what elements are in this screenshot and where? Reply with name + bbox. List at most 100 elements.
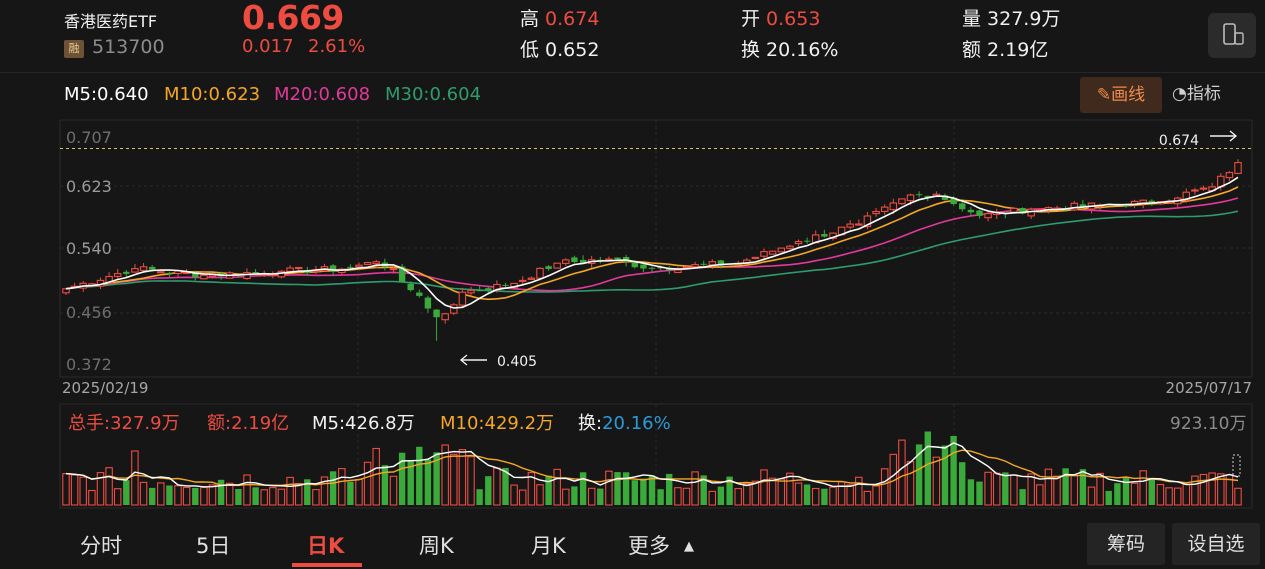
volume-max: 923.10万	[1170, 414, 1247, 434]
volume-bar	[992, 472, 1001, 506]
tab-daily-k[interactable]: 日K	[307, 530, 344, 560]
volume-bar	[708, 490, 717, 506]
volume-bar	[571, 486, 578, 505]
y-tick-4: 0.372	[66, 355, 112, 374]
volume-bar	[1053, 475, 1061, 506]
volume-bar	[277, 488, 286, 506]
tab-more[interactable]: 更多 ▲	[628, 530, 694, 560]
volume-bar	[777, 478, 786, 506]
candle	[458, 287, 467, 307]
add-watchlist-button[interactable]: 设自选	[1172, 523, 1260, 565]
volume-bar	[260, 489, 268, 506]
candle	[571, 255, 578, 264]
candle	[252, 269, 259, 273]
chips-button[interactable]: 筹码	[1087, 523, 1165, 565]
candle	[157, 271, 165, 274]
volume-bar	[846, 484, 854, 506]
low-arrow-icon	[459, 354, 487, 366]
volume-bar	[62, 473, 70, 506]
candle	[1182, 188, 1191, 203]
volume-bar	[200, 486, 208, 506]
volume-bar	[863, 490, 872, 506]
candle	[562, 258, 570, 266]
volume-bar	[1148, 477, 1155, 505]
candle	[691, 261, 699, 268]
volume-bar	[1105, 490, 1112, 505]
volume-bar	[811, 487, 820, 506]
volume-bar	[149, 487, 156, 505]
volume-bar	[338, 468, 346, 506]
volume-bar	[674, 487, 682, 506]
volume-bar	[622, 472, 630, 505]
volume-bar	[959, 462, 966, 505]
volume-bar	[123, 480, 130, 505]
candle	[338, 267, 346, 275]
volume-bar	[182, 486, 191, 506]
volume-bar	[347, 481, 354, 505]
candle	[527, 276, 536, 280]
candle	[131, 264, 139, 273]
volume-bar	[363, 461, 372, 506]
volume-bar	[837, 481, 846, 506]
y-tick-3: 0.456	[66, 303, 112, 322]
low-marker-label: 0.405	[497, 354, 537, 370]
volume-bar	[1079, 469, 1087, 505]
volume-bar	[355, 478, 363, 506]
price-grid	[59, 119, 1253, 509]
volume-bar	[174, 485, 182, 506]
candle	[277, 269, 286, 279]
volume-bar	[372, 447, 380, 506]
volume-bar	[416, 446, 423, 505]
candle	[450, 302, 458, 316]
volume-bar	[640, 478, 647, 505]
volume-bar	[794, 482, 803, 506]
volume-total: 总手:327.9万	[68, 413, 180, 434]
volume-bar	[579, 472, 587, 505]
volume-bar	[1044, 468, 1053, 506]
volume-bar	[536, 484, 544, 506]
ma20-line	[65, 197, 1239, 292]
volume-bar	[467, 456, 475, 506]
volume-bar	[1191, 475, 1199, 506]
candle	[967, 206, 975, 216]
y-tick-2: 0.540	[66, 239, 112, 258]
candle	[363, 261, 372, 265]
candle	[553, 262, 561, 269]
candle	[579, 255, 587, 263]
volume-bar	[312, 489, 320, 506]
tab-more-label: 更多	[628, 534, 670, 558]
volume-bar	[648, 475, 656, 505]
tab-weekly-k[interactable]: 周K	[419, 530, 454, 560]
tab-monthly-k[interactable]: 月K	[531, 530, 566, 560]
ma5-line	[65, 176, 1239, 309]
volume-bar	[734, 488, 742, 506]
volume-bar	[803, 484, 811, 505]
caret-up-icon: ▲	[684, 539, 694, 554]
volume-bar	[166, 485, 173, 505]
tab-5day[interactable]: 5日	[196, 530, 230, 560]
volume-bar	[450, 453, 458, 506]
candle	[976, 209, 983, 219]
volume-bar	[562, 488, 570, 506]
volume-bar	[1114, 483, 1121, 505]
candle	[1027, 207, 1035, 220]
volume-bar	[79, 476, 87, 506]
volume-bar	[614, 472, 621, 505]
volume-bar	[821, 488, 828, 505]
candle	[1173, 196, 1182, 208]
volume-turnover-label: 换:	[578, 413, 603, 434]
volume-bar	[545, 475, 552, 505]
y-tick-1: 0.623	[66, 177, 112, 196]
candle	[1087, 202, 1096, 214]
volume-bar	[967, 479, 975, 505]
volume-bar	[1087, 486, 1096, 506]
volume-bar	[286, 476, 294, 506]
candle	[786, 244, 794, 250]
volume-bar	[510, 484, 518, 506]
volume-bar	[157, 482, 165, 506]
volume-bar	[1156, 483, 1165, 506]
volume-bar	[458, 449, 467, 506]
tab-intraday[interactable]: 分时	[80, 530, 122, 560]
candle	[855, 219, 863, 226]
kline-chart[interactable]: 0.707 0.623 0.540 0.456 0.372 2025/02/19…	[0, 0, 1265, 569]
